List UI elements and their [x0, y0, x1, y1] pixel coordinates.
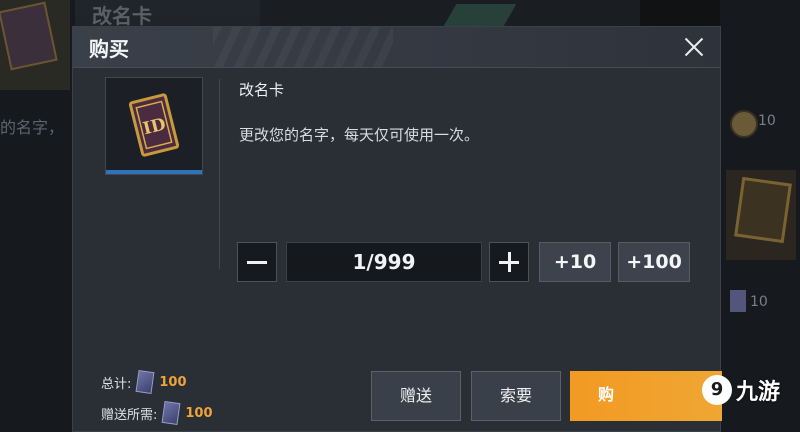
total-label: 总计:: [101, 376, 132, 392]
purchase-dialog: 购买 ID 改名卡 更改您的名字，每天仅可使用一次。 1/999 +10 +10…: [72, 26, 722, 432]
add-hundred-button[interactable]: +100: [618, 242, 690, 282]
rename-card-icon: [0, 1, 58, 71]
plus-icon-vertical: [508, 252, 511, 272]
watermark-text: 九游: [736, 380, 781, 405]
exclamation-card-icon: [734, 176, 792, 244]
watermark: 9 九游: [702, 374, 780, 406]
gift-button[interactable]: 赠送: [371, 371, 461, 421]
selection-underline: [106, 170, 202, 174]
card-currency-icon: [730, 290, 746, 312]
background-top-strip: [260, 0, 800, 28]
buy-button[interactable]: 购: [570, 371, 722, 421]
divider: [219, 79, 220, 269]
card-currency-icon: [161, 400, 181, 426]
gift-cost-label: 赠送所需:: [101, 407, 158, 423]
background-left-panel: 的名字，: [0, 0, 75, 432]
minus-icon: [247, 261, 267, 264]
item-description: 更改您的名字，每天仅可使用一次。: [239, 126, 480, 144]
increase-quantity-button[interactable]: [489, 242, 529, 282]
card-currency-icon: [135, 369, 155, 395]
header-decoration: [213, 27, 393, 67]
request-button[interactable]: 索要: [471, 371, 561, 421]
add-ten-button[interactable]: +10: [539, 242, 611, 282]
gift-cost-value: 100: [185, 405, 213, 421]
quantity-field[interactable]: 1/999: [286, 242, 482, 282]
coin-icon: [730, 110, 758, 138]
background-title: 改名卡: [92, 4, 152, 28]
decrease-quantity-button[interactable]: [237, 242, 277, 282]
dialog-header: 购买: [73, 27, 720, 68]
background-text: 的名字，: [0, 118, 65, 137]
background-item-card: [0, 0, 70, 90]
close-icon[interactable]: [678, 31, 710, 63]
total-value: 100: [159, 374, 187, 390]
item-name: 改名卡: [239, 81, 285, 99]
item-thumbnail: ID: [105, 77, 203, 175]
background-price: 10: [750, 294, 768, 310]
background-right-panel: 10 10: [720, 0, 800, 432]
dialog-title: 购买: [89, 37, 129, 61]
background-item-thumb: [443, 4, 517, 26]
rename-card-icon: ID: [128, 93, 180, 157]
background-item-card: [726, 170, 796, 260]
total-cost-row: 总计: 100: [101, 369, 187, 395]
watermark-logo: 9: [702, 375, 732, 405]
background-price: 10: [758, 113, 776, 129]
gift-cost-row: 赠送所需: 100: [101, 400, 213, 426]
